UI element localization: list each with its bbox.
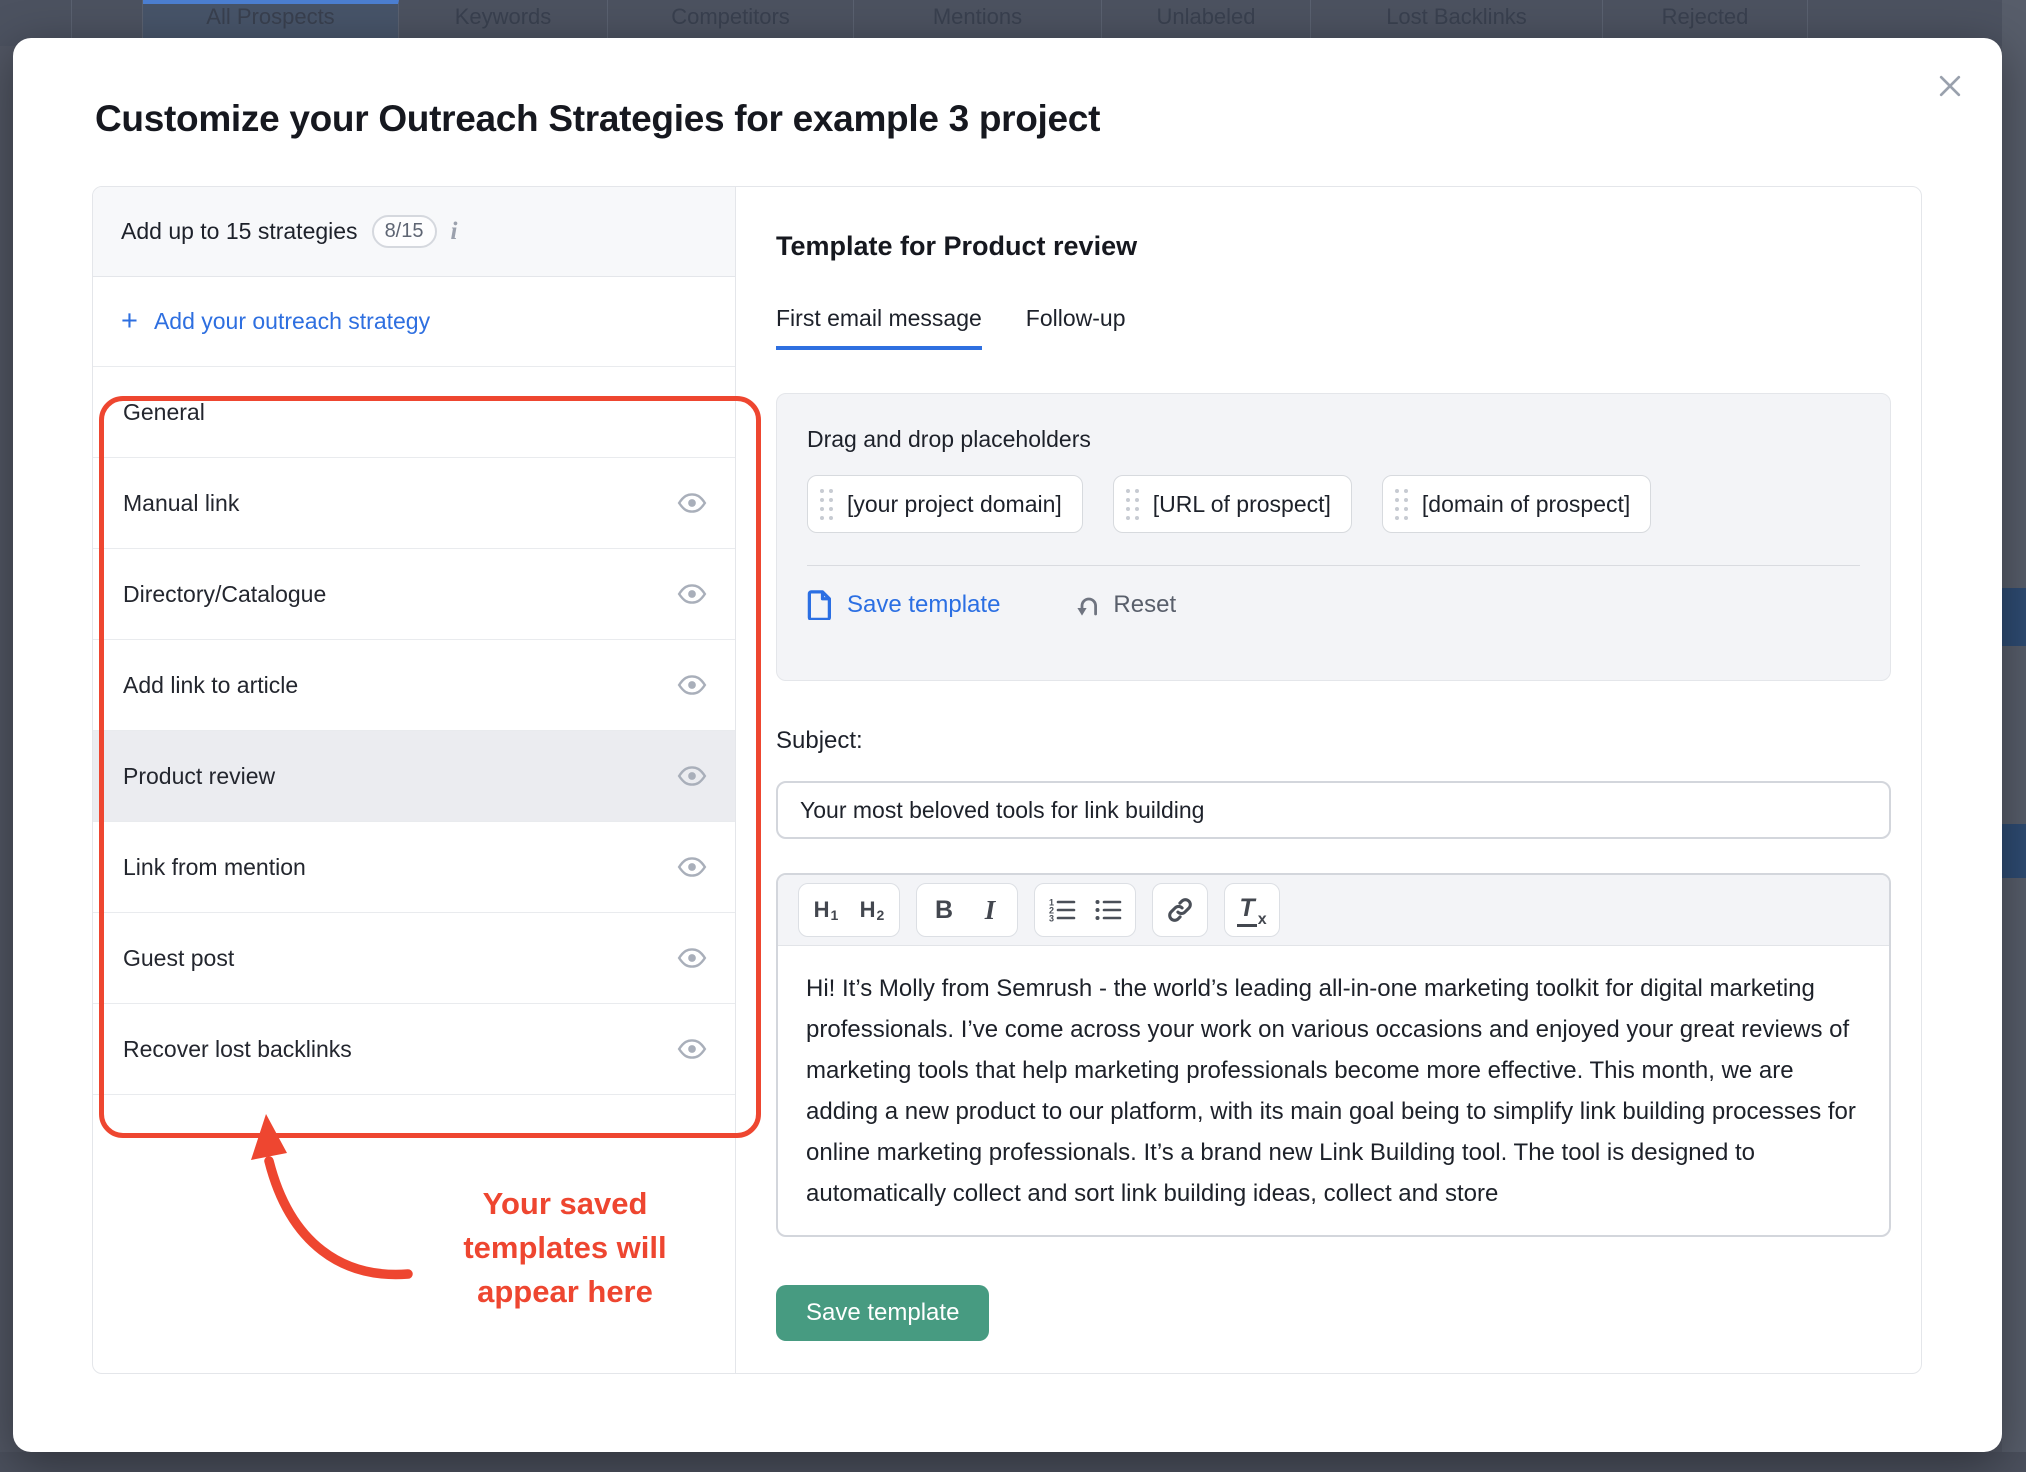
eye-icon[interactable] — [677, 583, 707, 605]
annotation-text: Your saved templates will appear here — [463, 1186, 667, 1309]
h1-button[interactable]: H1 — [803, 887, 849, 933]
strategy-row[interactable]: Recover lost backlinks — [93, 1004, 735, 1095]
strategies-header: Add up to 15 strategies 8/15 i — [93, 187, 735, 277]
placeholder-chips: [your project domain] [URL of prospect] [d… — [807, 475, 1860, 533]
close-icon[interactable] — [1928, 64, 1972, 108]
eye-icon[interactable] — [677, 947, 707, 969]
main-container: Add up to 15 strategies 8/15 i + Add you… — [92, 186, 1922, 1374]
eye-icon[interactable] — [677, 492, 707, 514]
link-group — [1152, 883, 1208, 937]
strategy-label: Manual link — [123, 489, 240, 516]
strategy-row[interactable]: Add link to article — [93, 640, 735, 731]
placeholder-chip[interactable]: [domain of prospect] — [1381, 475, 1652, 533]
eye-icon[interactable] — [677, 856, 707, 878]
subject-label: Subject: — [776, 727, 863, 754]
add-strategy-button[interactable]: + Add your outreach strategy — [93, 277, 735, 367]
drag-handle-icon — [1125, 488, 1139, 520]
strategy-label: Recover lost backlinks — [123, 1035, 352, 1062]
bullet-list-button[interactable] — [1085, 887, 1131, 933]
strategy-row[interactable]: Product review — [93, 731, 735, 822]
template-heading: Template for Product review — [776, 231, 1138, 261]
background-button-fragment — [2002, 588, 2026, 646]
svg-text:3: 3 — [1049, 914, 1054, 924]
subject-input[interactable] — [776, 781, 1891, 839]
outreach-strategies-dialog: Customize your Outreach Strategies for e… — [13, 38, 2002, 1452]
reset-icon — [1077, 597, 1098, 616]
background-right-strip — [2002, 0, 2026, 1472]
reset-label: Reset — [1113, 591, 1177, 618]
page-title: Customize your Outreach Strategies for e… — [95, 98, 1101, 139]
placeholder-chip-label: [URL of prospect] — [1152, 490, 1331, 517]
link-button[interactable] — [1157, 887, 1203, 933]
save-template-button[interactable]: Save template — [776, 1285, 990, 1341]
strategies-count-badge: 8/15 — [371, 215, 437, 248]
plus-icon: + — [121, 305, 138, 337]
clear-format-group: Tx — [1224, 883, 1280, 937]
add-strategy-label: Add your outreach strategy — [153, 308, 431, 334]
strategy-label: Add link to article — [123, 671, 299, 698]
strategy-row[interactable]: Directory/Catalogue — [93, 549, 735, 640]
drag-handle-icon — [820, 488, 833, 520]
eye-icon[interactable] — [677, 765, 707, 787]
document-icon — [807, 590, 831, 620]
heading-group: H1 H2 — [798, 883, 900, 937]
placeholder-chip[interactable]: [URL of prospect] — [1112, 475, 1352, 533]
reset-button[interactable]: Reset — [1074, 591, 1176, 619]
drag-handle-icon — [1394, 488, 1408, 520]
eye-icon[interactable] — [677, 674, 707, 696]
placeholder-chip-label: [domain of prospect] — [1421, 490, 1631, 517]
save-template-link[interactable]: Save template — [807, 590, 1000, 620]
editor-body[interactable]: Hi! It’s Molly from Semrush - the world’… — [778, 946, 1889, 1235]
placeholders-panel: Drag and drop placeholders [your project… — [776, 393, 1891, 681]
strategy-label: Guest post — [123, 944, 235, 971]
strategy-label: Product review — [123, 762, 276, 789]
template-tab[interactable]: First email message — [776, 305, 982, 350]
strategy-row[interactable]: Manual link — [93, 458, 735, 549]
style-group: B I — [916, 883, 1018, 937]
bold-button[interactable]: B — [921, 887, 967, 933]
h2-button[interactable]: H2 — [849, 887, 895, 933]
strategy-label: General — [123, 398, 205, 425]
clear-formatting-button[interactable]: Tx — [1229, 887, 1275, 933]
ordered-list-button[interactable]: 123 — [1039, 887, 1085, 933]
template-tabs: First email message Follow-up — [776, 305, 1126, 350]
strategy-row[interactable]: Guest post — [93, 913, 735, 1004]
placeholder-actions: Save template Reset — [807, 590, 1860, 620]
placeholders-label: Drag and drop placeholders — [807, 426, 1091, 452]
editor-toolbar: H1 H2 B I 123 T x — [778, 875, 1889, 946]
strategy-row[interactable]: General — [93, 367, 735, 458]
eye-icon[interactable] — [677, 1038, 707, 1060]
screen: All Prospects Keywords Competitors Mentions… — [0, 0, 2026, 1472]
strategies-header-label: Add up to 15 strategies — [121, 218, 358, 244]
strategy-label: Link from mention — [123, 853, 306, 880]
template-panel: Template for Product review First email … — [736, 187, 1921, 1373]
info-icon[interactable]: i — [451, 218, 458, 246]
strategy-row[interactable]: Link from mention — [93, 822, 735, 913]
divider — [807, 565, 1860, 566]
italic-button[interactable]: I — [967, 887, 1013, 933]
list-group: 123 — [1034, 883, 1136, 937]
overlay-bottom-band — [0, 1452, 2026, 1472]
background-button-fragment — [2002, 824, 2026, 878]
placeholder-chip-label: [your project domain] — [847, 490, 1062, 517]
template-tab[interactable]: Follow-up — [1026, 305, 1126, 350]
email-editor: H1 H2 B I 123 T x Hi! It’s Molly from Se… — [776, 873, 1891, 1237]
placeholder-chip[interactable]: [your project domain] — [807, 475, 1083, 533]
strategy-list: General Manual link Directory/Catalogue Add… — [93, 367, 735, 1095]
save-template-link-label: Save template — [847, 591, 1001, 618]
strategy-label: Directory/Catalogue — [123, 580, 327, 607]
